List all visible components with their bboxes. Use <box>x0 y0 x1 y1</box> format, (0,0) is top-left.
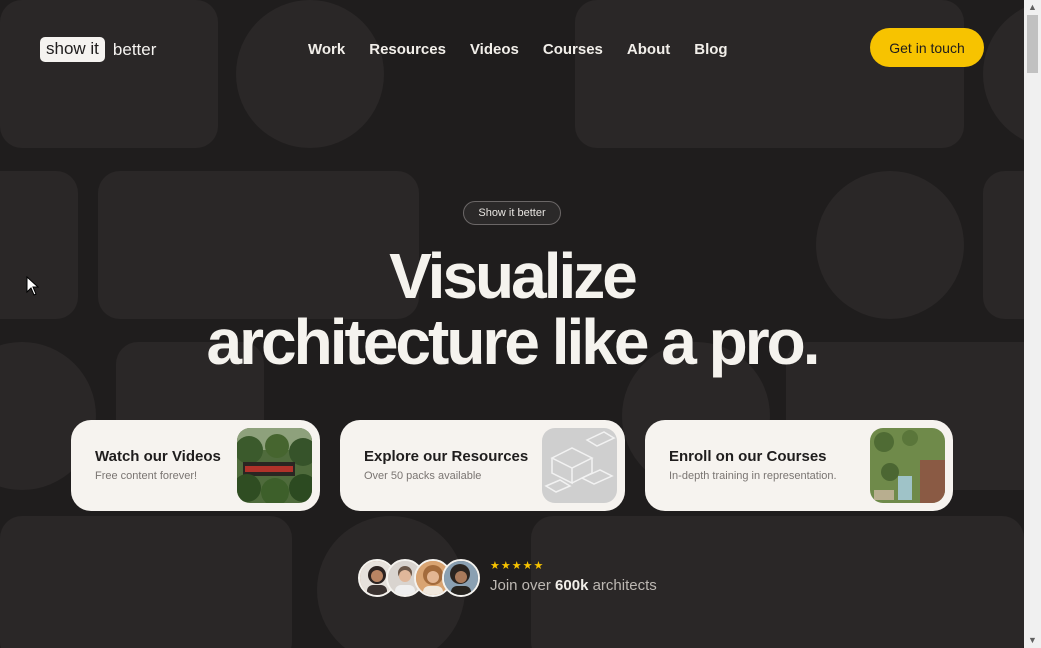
hero-badge: Show it better <box>463 201 561 225</box>
scroll-down-arrow-icon[interactable]: ▼ <box>1024 633 1041 648</box>
isometric-drawing-image <box>542 428 617 503</box>
nav-link-videos[interactable]: Videos <box>470 41 519 59</box>
star-icon: ★ <box>533 560 544 572</box>
bg-shape <box>0 516 292 648</box>
rating-stars: ★ ★ ★ ★ ★ <box>490 560 543 572</box>
site-plan-image <box>870 428 945 503</box>
jungle-house-image <box>237 428 312 503</box>
join-text: Join over 600k architects <box>490 577 657 595</box>
vertical-scrollbar[interactable]: ▲ ▼ <box>1024 0 1041 648</box>
mouse-cursor-icon <box>26 276 39 296</box>
scroll-up-arrow-icon[interactable]: ▲ <box>1024 0 1041 15</box>
star-icon: ★ <box>511 560 522 572</box>
bg-shape <box>575 0 964 148</box>
card-subtitle: Free content forever! <box>95 470 198 482</box>
star-icon: ★ <box>490 560 500 572</box>
hero-title: Visualize architecture like a pro. <box>140 243 884 375</box>
join-count: 600k <box>555 577 589 594</box>
card-title: Watch our Videos <box>95 448 221 465</box>
bg-shape <box>0 0 218 148</box>
hero-title-line-1: Visualize <box>389 240 638 312</box>
resources-card[interactable]: Explore our Resources Over 50 packs avai… <box>340 420 625 511</box>
logo[interactable]: show it better <box>40 37 156 62</box>
nav-link-about[interactable]: About <box>627 41 670 59</box>
star-icon: ★ <box>522 560 533 572</box>
nav-link-courses[interactable]: Courses <box>543 41 603 59</box>
star-icon: ★ <box>500 560 511 572</box>
videos-card[interactable]: Watch our Videos Free content forever! <box>71 420 320 511</box>
nav-link-resources[interactable]: Resources <box>369 41 446 59</box>
hero-title-line-2: architecture like a pro. <box>206 306 821 378</box>
get-in-touch-button[interactable]: Get in touch <box>870 28 984 67</box>
avatar-group <box>358 559 482 599</box>
logo-text: better <box>112 39 157 59</box>
nav-link-work[interactable]: Work <box>308 41 345 59</box>
nav-link-blog[interactable]: Blog <box>694 41 727 59</box>
scrollbar-thumb[interactable] <box>1027 15 1038 73</box>
join-suffix: architects <box>592 577 657 594</box>
bg-shape <box>0 171 78 319</box>
page: show it better Work Resources Videos Cou… <box>0 0 1024 648</box>
avatar <box>442 559 480 597</box>
logo-box: show it <box>40 37 105 62</box>
join-prefix: Join over <box>490 577 551 594</box>
bg-circle <box>236 0 384 148</box>
card-subtitle: Over 50 packs available <box>364 470 482 482</box>
card-title: Enroll on our Courses <box>669 448 827 465</box>
card-subtitle: In-depth training in representation. <box>669 470 837 482</box>
bg-circle <box>983 0 1024 148</box>
bg-shape <box>983 171 1024 319</box>
courses-card[interactable]: Enroll on our Courses In-depth training … <box>645 420 953 511</box>
card-title: Explore our Resources <box>364 448 529 465</box>
main-nav: Work Resources Videos Courses About Blog <box>308 41 728 59</box>
